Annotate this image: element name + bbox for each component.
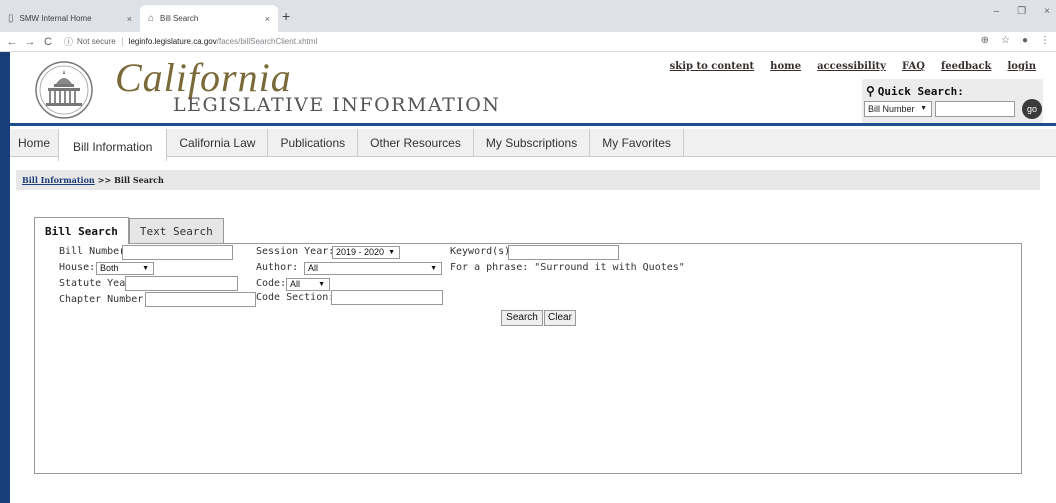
utility-links: skip to content home accessibility FAQ f… (670, 61, 1036, 72)
session-year-label: Session Year: (256, 246, 335, 257)
chevron-down-icon: ▼ (920, 105, 927, 112)
bill-search-panel: Bill Number: House: Both ▼ Statute Year: … (34, 243, 1022, 474)
chevron-down-icon: ▼ (142, 265, 149, 272)
chapter-number-input[interactable] (145, 292, 256, 307)
keywords-input[interactable] (508, 245, 619, 260)
link-faq[interactable]: FAQ (902, 61, 925, 72)
address-bar-actions: ⊕ ☆ ● ⋮ (981, 35, 1050, 46)
author-select[interactable]: All ▼ (304, 262, 442, 275)
house-select[interactable]: Both ▼ (96, 262, 154, 275)
url-path: /faces/billSearchClient.xhtml (216, 37, 318, 46)
link-login[interactable]: login (1007, 61, 1036, 72)
nav-my-subscriptions[interactable]: My Subscriptions (474, 129, 591, 157)
tab-title: SMW Internal Home (19, 14, 92, 23)
chevron-down-icon: ▼ (318, 281, 325, 288)
nav-bill-information[interactable]: Bill Information (58, 129, 168, 161)
code-label: Code: (256, 278, 287, 289)
link-home[interactable]: home (770, 61, 801, 72)
chevron-down-icon: ▼ (388, 249, 395, 256)
desktop-background (0, 52, 10, 503)
minimize-icon[interactable]: – (994, 6, 1000, 17)
back-icon[interactable]: ← (6, 36, 18, 48)
browser-tab-bill-search[interactable]: ⌂ Bill Search × (140, 5, 278, 32)
window-controls: – ❐ × (994, 6, 1050, 17)
tab-bill-search[interactable]: Bill Search (34, 217, 129, 244)
new-tab-button[interactable]: + (282, 8, 290, 24)
code-section-label: Code Section: (256, 292, 335, 303)
breadcrumb-bill-information[interactable]: Bill Information (22, 175, 95, 185)
logo-subtitle: LEGISLATIVE INFORMATION (173, 94, 501, 116)
star-icon[interactable]: ☆ (1001, 35, 1010, 46)
search-icon: ⚲ (866, 84, 875, 98)
tab-title: Bill Search (160, 14, 199, 23)
link-accessibility[interactable]: accessibility (817, 61, 886, 72)
phrase-hint: For a phrase: "Surround it with Quotes" (450, 262, 685, 273)
code-section-input[interactable] (331, 290, 443, 305)
nav-home[interactable]: Home (10, 129, 58, 157)
nav-my-favorites[interactable]: My Favorites (590, 129, 684, 157)
code-select[interactable]: All ▼ (286, 278, 330, 291)
quick-search-box: ⚲ Quick Search: Bill Number ▼ go (862, 79, 1043, 123)
bill-number-label: Bill Number: (59, 246, 132, 257)
browser-tab-smw[interactable]: ▯ SMW Internal Home × (0, 5, 140, 32)
keywords-label: Keyword(s): (450, 246, 517, 257)
zoom-icon[interactable]: ⊕ (981, 35, 989, 46)
quick-search-title: ⚲ Quick Search: (866, 84, 964, 98)
url-field[interactable]: ⓘ Not secure leginfo.legislature.ca.gov … (64, 35, 317, 48)
statute-year-input[interactable] (125, 276, 238, 291)
capitol-seal-icon (35, 61, 93, 119)
clear-button[interactable]: Clear (544, 310, 576, 326)
site-page: California LEGISLATIVE INFORMATION skip … (10, 52, 1056, 503)
info-icon[interactable]: ⓘ (64, 35, 73, 48)
capitol-favicon-icon: ⌂ (148, 13, 155, 24)
breadcrumb-current: Bill Search (114, 175, 164, 185)
url-host: leginfo.legislature.ca.gov (128, 37, 217, 46)
chevron-down-icon: ▼ (430, 265, 437, 272)
browser-tab-bar: ▯ SMW Internal Home × ⌂ Bill Search × + … (0, 0, 1056, 32)
link-feedback[interactable]: feedback (941, 61, 992, 72)
restore-icon[interactable]: ❐ (1017, 6, 1026, 17)
page-icon: ▯ (8, 13, 14, 24)
close-tab-icon[interactable]: × (265, 14, 270, 24)
nav-other-resources[interactable]: Other Resources (358, 129, 474, 157)
close-tab-icon[interactable]: × (127, 14, 132, 24)
breadcrumb-separator: >> (97, 175, 112, 185)
quick-search-type-select[interactable]: Bill Number ▼ (864, 101, 932, 117)
main-navigation: Home Bill Information California Law Pub… (10, 129, 1056, 161)
search-tabs: Bill Search Text Search (34, 217, 224, 244)
menu-icon[interactable]: ⋮ (1040, 35, 1050, 46)
house-label: House: (59, 262, 96, 273)
profile-icon[interactable]: ● (1022, 35, 1028, 46)
close-window-icon[interactable]: × (1044, 6, 1050, 17)
nav-california-law[interactable]: California Law (167, 129, 269, 157)
search-button[interactable]: Search (501, 310, 543, 326)
site-header: California LEGISLATIVE INFORMATION skip … (10, 52, 1056, 126)
security-status: Not secure (77, 37, 123, 46)
bill-number-input[interactable] (122, 245, 233, 260)
go-button[interactable]: go (1022, 99, 1042, 119)
forward-icon[interactable]: → (24, 36, 36, 48)
chapter-number-label: Chapter Number: (59, 294, 150, 305)
session-year-select[interactable]: 2019 - 2020 ▼ (332, 246, 400, 259)
author-label: Author: (256, 262, 299, 273)
tab-text-search[interactable]: Text Search (128, 218, 224, 244)
reload-icon[interactable]: C (42, 36, 54, 48)
nav-publications[interactable]: Publications (268, 129, 359, 157)
link-skip-to-content[interactable]: skip to content (670, 61, 755, 72)
address-bar: ← → C ⓘ Not secure leginfo.legislature.c… (0, 32, 1056, 52)
quick-search-input[interactable] (935, 101, 1015, 117)
breadcrumb: Bill Information >> Bill Search (16, 170, 1040, 190)
